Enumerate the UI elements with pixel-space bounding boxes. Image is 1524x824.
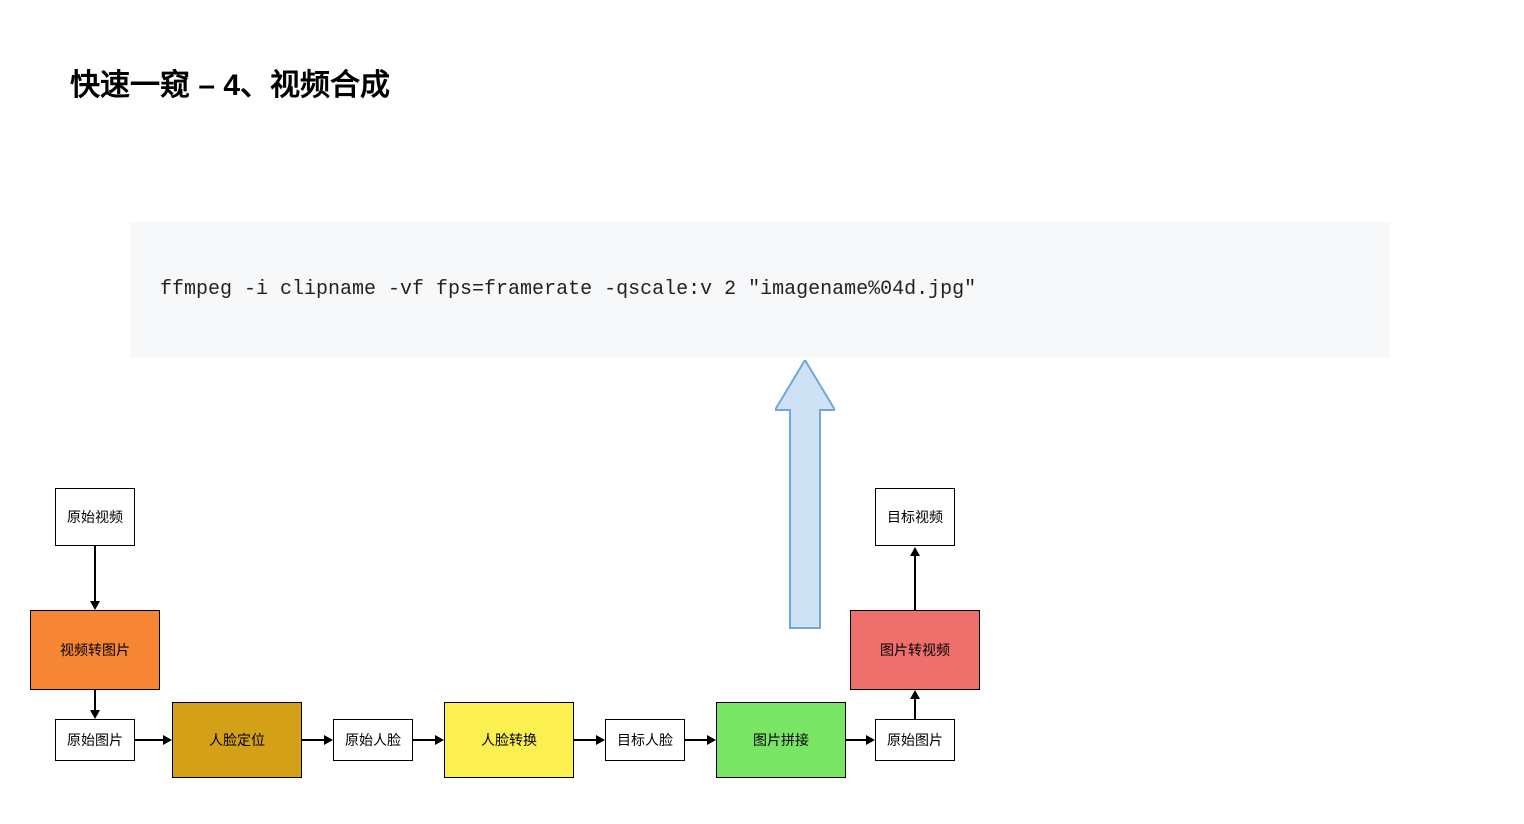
page-title: 快速一窥 – 4、视频合成 — [70, 60, 390, 104]
arrow-head-up-icon — [910, 547, 920, 556]
node-face-locate: 人脸定位 — [172, 702, 302, 778]
arrow-line — [914, 698, 916, 719]
arrow-head-right-icon — [707, 735, 716, 745]
arrow-head-right-icon — [596, 735, 605, 745]
arrow-line — [135, 739, 163, 741]
arrow-head-down-icon — [90, 601, 100, 610]
big-arrow-up-icon — [775, 360, 835, 630]
node-image-stitch: 图片拼接 — [716, 702, 846, 778]
node-source-image-1: 原始图片 — [55, 719, 135, 761]
node-video-to-image: 视频转图片 — [30, 610, 160, 690]
arrow-line — [302, 739, 324, 741]
arrow-line — [574, 739, 596, 741]
arrow-head-right-icon — [163, 735, 172, 745]
arrow-line — [685, 739, 707, 741]
arrow-line — [846, 739, 866, 741]
node-target-face: 目标人脸 — [605, 719, 685, 761]
node-source-video: 原始视频 — [55, 488, 135, 546]
node-source-face: 原始人脸 — [333, 719, 413, 761]
arrow-line — [94, 690, 96, 710]
arrow-head-right-icon — [435, 735, 444, 745]
node-source-image-2: 原始图片 — [875, 719, 955, 761]
arrow-head-right-icon — [324, 735, 333, 745]
arrow-line — [94, 546, 96, 601]
arrow-head-down-icon — [90, 710, 100, 719]
code-text: ffmpeg -i clipname -vf fps=framerate -qs… — [160, 278, 976, 301]
arrow-head-right-icon — [866, 735, 875, 745]
arrow-line — [914, 555, 916, 610]
code-block: ffmpeg -i clipname -vf fps=framerate -qs… — [130, 222, 1390, 357]
node-image-to-video: 图片转视频 — [850, 610, 980, 690]
node-target-video: 目标视频 — [875, 488, 955, 546]
node-face-swap: 人脸转换 — [444, 702, 574, 778]
arrow-line — [413, 739, 435, 741]
arrow-head-up-icon — [910, 690, 920, 699]
